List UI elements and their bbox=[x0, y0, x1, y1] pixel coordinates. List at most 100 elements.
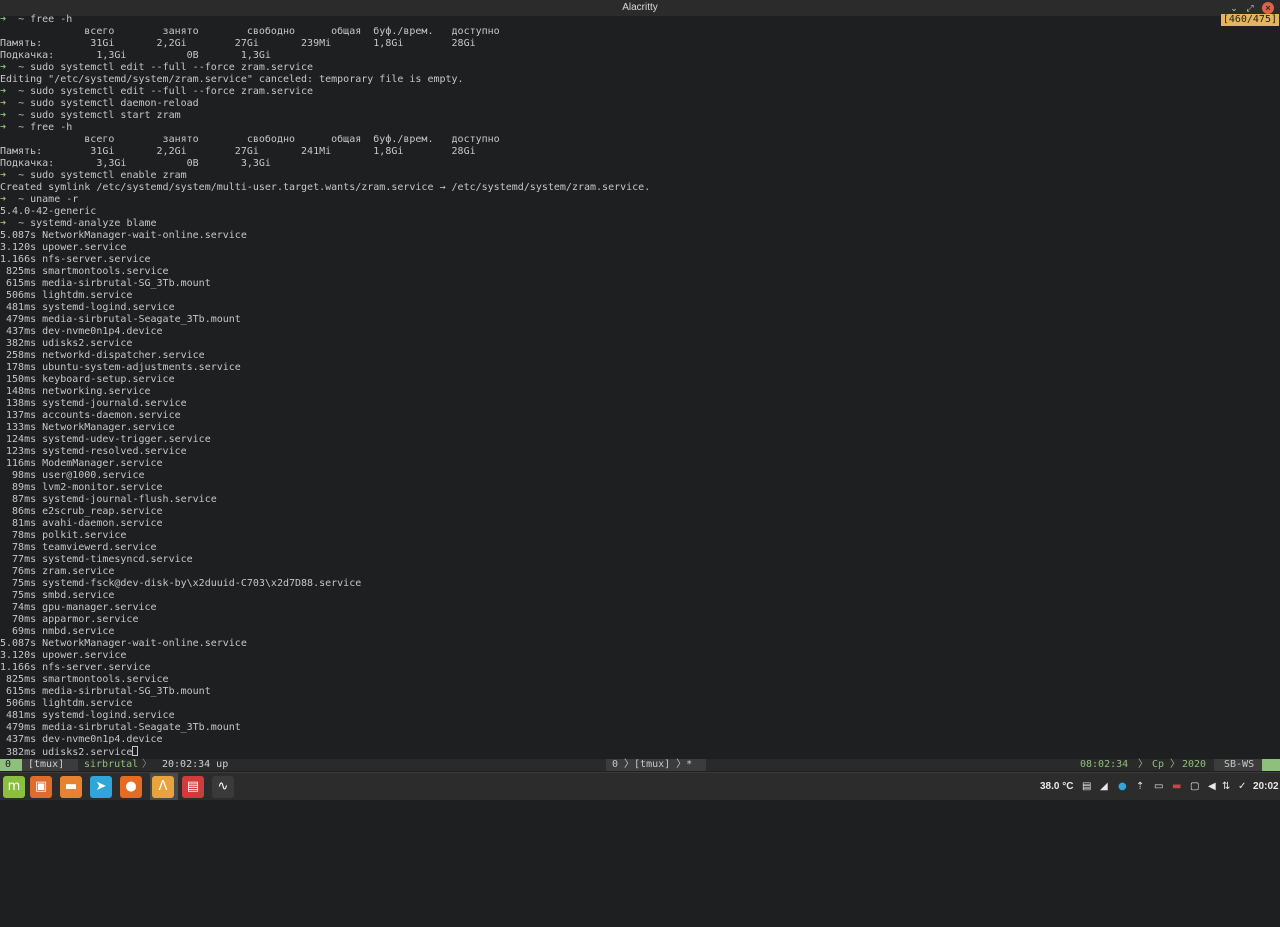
output-line: 3.120s upower.service bbox=[0, 650, 1280, 662]
output-line: всего занято свободно общая буф./врем. д… bbox=[0, 134, 1280, 146]
output-text: 437ms dev-nvme0n1p4.device bbox=[0, 326, 163, 337]
output-line: 615ms media-sirbrutal-SG_3Tb.mount bbox=[0, 686, 1280, 698]
command-text: ~ systemd-analyze blame bbox=[6, 218, 157, 229]
output-line: Editing "/etc/systemd/system/zram.servic… bbox=[0, 74, 1280, 86]
files-icon[interactable]: ▬ bbox=[60, 776, 82, 798]
output-line: 258ms networkd-dispatcher.service bbox=[0, 350, 1280, 362]
close-icon[interactable]: × bbox=[1262, 2, 1274, 14]
tmux-window-list[interactable]: 0 〉[tmux] 〉* bbox=[606, 759, 706, 771]
upload-icon[interactable]: ⇡ bbox=[1136, 780, 1144, 793]
tmux-end-cap bbox=[1262, 759, 1280, 771]
output-line: 178ms ubuntu-system-adjustments.service bbox=[0, 362, 1280, 374]
volume-icon[interactable]: ◀ bbox=[1208, 780, 1216, 793]
us-flag-icon[interactable]: ▬ bbox=[1172, 780, 1181, 793]
output-text: 481ms systemd-logind.service bbox=[0, 302, 175, 313]
output-text: 81ms avahi-daemon.service bbox=[0, 518, 163, 529]
tmux-separator: 〉 bbox=[1170, 759, 1180, 770]
output-text: 69ms nmbd.service bbox=[0, 626, 115, 637]
system-monitor-icon[interactable]: ∿ bbox=[212, 776, 234, 798]
minimize-icon[interactable]: ⌄ bbox=[1228, 2, 1240, 14]
clock[interactable]: 20:02 bbox=[1253, 780, 1279, 793]
output-text: Подкачка: 3,3Gi 0B 3,3Gi bbox=[0, 158, 271, 169]
output-text: 5.4.0-42-generic bbox=[0, 206, 97, 217]
display-icon[interactable]: ▢ bbox=[1190, 780, 1199, 793]
tmux-status-bar: 0 [tmux] sirbrutal 〉 20:02:34 up 0 〉[tmu… bbox=[0, 759, 1280, 771]
output-line: 479ms media-sirbrutal-Seagate_3Tb.mount bbox=[0, 314, 1280, 326]
terminal-output[interactable]: ➜ ~ free -h всего занято свободно общая … bbox=[0, 14, 1280, 759]
output-text: 5.087s NetworkManager-wait-online.servic… bbox=[0, 230, 247, 241]
output-text: 3.120s upower.service bbox=[0, 650, 127, 661]
tmux-separator: 〉 bbox=[142, 759, 152, 770]
output-line: Подкачка: 1,3Gi 0B 1,3Gi bbox=[0, 50, 1280, 62]
window-title: Alacritty bbox=[622, 2, 658, 13]
output-line: 148ms networking.service bbox=[0, 386, 1280, 398]
output-line: 77ms systemd-timesyncd.service bbox=[0, 554, 1280, 566]
network-signal-icon[interactable]: ◢ bbox=[1100, 780, 1108, 793]
output-text: 74ms gpu-manager.service bbox=[0, 602, 157, 613]
output-line: 825ms smartmontools.service bbox=[0, 266, 1280, 278]
prompt-line: ➜ ~ uname -r bbox=[0, 194, 1280, 206]
output-line: 69ms nmbd.service bbox=[0, 626, 1280, 638]
output-text: 479ms media-sirbrutal-Seagate_3Tb.mount bbox=[0, 722, 241, 733]
show-desktop-icon[interactable]: ▣ bbox=[30, 776, 52, 798]
output-line: всего занято свободно общая буф./врем. д… bbox=[0, 26, 1280, 38]
scroll-position-indicator: [460/475] bbox=[1220, 14, 1279, 26]
command-text: ~ sudo systemctl edit --full --force zra… bbox=[6, 62, 314, 73]
output-text: 506ms lightdm.service bbox=[0, 698, 133, 709]
output-line: 78ms teamviewerd.service bbox=[0, 542, 1280, 554]
output-text: 70ms apparmor.service bbox=[0, 614, 139, 625]
output-text: всего занято свободно общая буф./врем. д… bbox=[0, 26, 500, 37]
clipboard-icon[interactable]: ▤ bbox=[1082, 780, 1091, 793]
keyboard-layout-icon[interactable]: ▭ bbox=[1154, 780, 1163, 793]
output-text: 479ms media-sirbrutal-Seagate_3Tb.mount bbox=[0, 314, 241, 325]
network-manager-icon[interactable]: ⇅ bbox=[1222, 780, 1230, 793]
output-text: 76ms zram.service bbox=[0, 566, 115, 577]
output-line: 3.120s upower.service bbox=[0, 242, 1280, 254]
output-line: 5.4.0-42-generic bbox=[0, 206, 1280, 218]
taskbar: m ▣ ▬ ➤ ● Λ ▤ ∿ 38.0 °C ▤ ◢ ● ⇡ ▭ ▬ ▢ ◀ ⇅ ✓ 20:… bbox=[0, 772, 1280, 800]
output-text: 86ms e2scrub_reap.service bbox=[0, 506, 163, 517]
output-line: 382ms udisks2.service bbox=[0, 746, 1280, 758]
mint-menu-icon[interactable]: m bbox=[3, 776, 25, 798]
output-text: 258ms networkd-dispatcher.service bbox=[0, 350, 205, 361]
output-text: 77ms systemd-timesyncd.service bbox=[0, 554, 193, 565]
output-text: 3.120s upower.service bbox=[0, 242, 127, 253]
output-line: 124ms systemd-udev-trigger.service bbox=[0, 434, 1280, 446]
prompt-line: ➜ ~ systemd-analyze blame bbox=[0, 218, 1280, 230]
output-line: 506ms lightdm.service bbox=[0, 698, 1280, 710]
tmux-hostname: sirbrutal bbox=[84, 759, 139, 770]
tmux-host-short: SB-WS bbox=[1214, 759, 1262, 771]
output-text: 138ms systemd-journald.service bbox=[0, 398, 187, 409]
output-line: 133ms NetworkManager.service bbox=[0, 422, 1280, 434]
tmux-window-index[interactable]: 0 bbox=[0, 759, 22, 771]
maximize-icon[interactable]: ⤢ bbox=[1244, 2, 1256, 14]
command-text: ~ sudo systemctl edit --full --force zra… bbox=[6, 86, 314, 97]
output-text: 123ms systemd-resolved.service bbox=[0, 446, 187, 457]
output-line: 74ms gpu-manager.service bbox=[0, 602, 1280, 614]
output-text: 150ms keyboard-setup.service bbox=[0, 374, 175, 385]
telegram-tray-icon[interactable]: ● bbox=[1118, 780, 1127, 793]
telegram-icon[interactable]: ➤ bbox=[90, 776, 112, 798]
firefox-icon[interactable]: ● bbox=[120, 776, 142, 798]
output-text: 87ms systemd-journal-flush.service bbox=[0, 494, 217, 505]
tmux-session-name: [tmux] bbox=[22, 759, 78, 771]
prompt-line: ➜ ~ sudo systemctl enable zram bbox=[0, 170, 1280, 182]
output-text: 481ms systemd-logind.service bbox=[0, 710, 175, 721]
command-text: ~ sudo systemctl enable zram bbox=[6, 170, 187, 181]
cpu-temperature[interactable]: 38.0 °C bbox=[1040, 780, 1073, 793]
alacritty-icon[interactable]: Λ bbox=[152, 776, 174, 798]
output-line: Created symlink /etc/systemd/system/mult… bbox=[0, 182, 1280, 194]
update-manager-icon[interactable]: ✓ bbox=[1238, 780, 1246, 793]
output-line: 5.087s NetworkManager-wait-online.servic… bbox=[0, 230, 1280, 242]
output-line: 5.087s NetworkManager-wait-online.servic… bbox=[0, 638, 1280, 650]
output-text: 1.166s nfs-server.service bbox=[0, 254, 151, 265]
command-text: ~ uname -r bbox=[6, 194, 79, 205]
software-center-icon[interactable]: ▤ bbox=[182, 776, 204, 798]
output-text: Память: 31Gi 2,2Gi 27Gi 241Mi 1,8Gi 28Gi bbox=[0, 146, 476, 157]
output-line: 81ms avahi-daemon.service bbox=[0, 518, 1280, 530]
output-text: 89ms lvm2-monitor.service bbox=[0, 482, 163, 493]
output-line: 70ms apparmor.service bbox=[0, 614, 1280, 626]
output-line: 825ms smartmontools.service bbox=[0, 674, 1280, 686]
output-line: 137ms accounts-daemon.service bbox=[0, 410, 1280, 422]
prompt-line: ➜ ~ free -h bbox=[0, 122, 1280, 134]
